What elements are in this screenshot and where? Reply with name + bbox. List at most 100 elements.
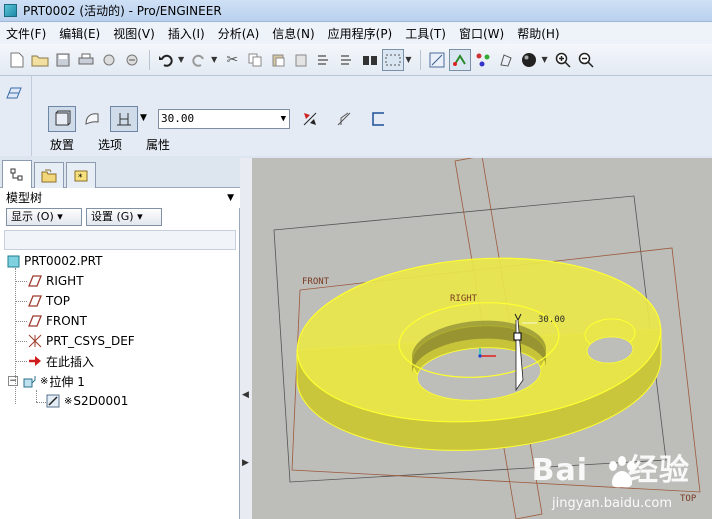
tree-item-sketch[interactable]: ※ S2D0001: [46, 392, 128, 410]
tree-item-extrude[interactable]: − ※ 拉伸 1: [8, 372, 85, 390]
tab-model-tree[interactable]: [2, 160, 32, 188]
modified-star-icon: ※: [40, 375, 49, 387]
remove-material-icon: [337, 112, 351, 126]
menu-bar: 文件(F) 编辑(E) 视图(V) 插入(I) 分析(A) 信息(N) 应用程序…: [0, 22, 712, 44]
app-icon: [4, 4, 17, 17]
sketch-icon[interactable]: [449, 48, 472, 71]
find-icon[interactable]: [359, 49, 381, 71]
menu-applications[interactable]: 应用程序(P): [328, 25, 393, 42]
tree-item-label: RIGHT: [46, 274, 84, 288]
solid-extrude-button[interactable]: [48, 106, 76, 132]
redo-dropdown-icon[interactable]: ▼: [211, 55, 217, 64]
watermark-brand-right: 经验: [628, 453, 690, 488]
select-box-icon[interactable]: [382, 48, 405, 71]
collapse-left-arrow-icon[interactable]: ◀: [242, 390, 249, 400]
zoom-out-icon[interactable]: [575, 49, 597, 71]
model-tree-icon: [10, 168, 23, 180]
tab-properties[interactable]: 属性: [146, 136, 170, 153]
tab-favorites[interactable]: *: [66, 162, 96, 188]
expand-right-arrow-icon[interactable]: ▶: [242, 458, 249, 468]
send-mail-icon[interactable]: [98, 49, 120, 71]
thicken-sketch-button[interactable]: [364, 106, 392, 132]
send-link-icon[interactable]: [121, 49, 143, 71]
part-icon: [6, 254, 20, 268]
menu-info[interactable]: 信息(N): [272, 25, 314, 42]
paste-icon[interactable]: [267, 49, 289, 71]
label-dimension: 30.00: [538, 315, 565, 325]
tree-item-insert-here[interactable]: 在此插入: [28, 352, 94, 370]
menu-tools[interactable]: 工具(T): [405, 25, 446, 42]
tab-folder-browser[interactable]: [34, 162, 64, 188]
undo-dropdown-icon[interactable]: ▼: [178, 55, 184, 64]
tree-item-label: FRONT: [46, 314, 87, 328]
new-file-icon[interactable]: [6, 49, 28, 71]
tree-item-label: S2D0001: [73, 394, 129, 408]
tree-item-csys[interactable]: PRT_CSYS_DEF: [28, 332, 135, 350]
menu-analysis[interactable]: 分析(A): [218, 25, 260, 42]
shading-icon[interactable]: [495, 49, 517, 71]
cut-icon[interactable]: ✂: [221, 49, 243, 71]
depth-option-dropdown-icon[interactable]: ▼: [140, 113, 147, 123]
tree-item-label: PRT0002.PRT: [24, 254, 103, 268]
depth-value-dropdown-icon[interactable]: ▼: [281, 110, 286, 128]
regen-manager-icon[interactable]: [336, 49, 358, 71]
tab-options[interactable]: 选项: [98, 136, 122, 153]
datum-plane-icon: [28, 314, 42, 328]
zoom-in-icon[interactable]: [552, 49, 574, 71]
thicken-icon: [372, 112, 384, 126]
model-tree-title: 模型树: [6, 191, 43, 205]
redo-icon[interactable]: [188, 49, 210, 71]
label-right: RIGHT: [450, 294, 478, 304]
settings-button[interactable]: 设置 (G) ▾: [86, 208, 162, 226]
depth-option-button[interactable]: [110, 106, 138, 132]
menu-file[interactable]: 文件(F): [6, 25, 46, 42]
model-tree-filter-row[interactable]: [4, 230, 236, 250]
tree-connector: [15, 341, 27, 342]
open-folder-icon[interactable]: [29, 49, 51, 71]
collapse-minus-icon[interactable]: −: [8, 376, 18, 386]
panel-menu-dropdown-icon[interactable]: ▼: [227, 188, 234, 208]
tree-item-front[interactable]: FRONT: [28, 312, 87, 330]
depth-value-input[interactable]: 30.00 ▼: [158, 109, 290, 129]
tree-connector: [36, 402, 46, 403]
tree-item-right[interactable]: RIGHT: [28, 272, 84, 290]
menu-help[interactable]: 帮助(H): [517, 25, 559, 42]
appearance-dropdown-icon[interactable]: ▼: [541, 55, 547, 64]
regenerate-icon[interactable]: [313, 49, 335, 71]
tree-connector: [15, 361, 27, 362]
panel-splitter[interactable]: ◀ ▶: [240, 158, 252, 519]
watermark-brand-left: Bai: [531, 453, 588, 488]
menu-insert[interactable]: 插入(I): [168, 25, 205, 42]
print-icon[interactable]: [75, 49, 97, 71]
main-toolbar: ▼ ▼ ✂ ▼ ▼: [0, 44, 712, 76]
graphics-window[interactable]: FRONT RIGHT 30.00 TOP Bai 经验 jingyan.baid…: [252, 158, 712, 519]
extruded-solid[interactable]: [292, 247, 666, 451]
tree-item-label: 在此插入: [46, 354, 95, 369]
show-button[interactable]: 显示 (O) ▾: [6, 208, 82, 226]
save-icon[interactable]: [52, 49, 74, 71]
surface-extrude-button[interactable]: [78, 106, 106, 132]
depth-value-text: 30.00: [161, 112, 195, 125]
datum-display-icon[interactable]: [426, 49, 448, 71]
window-title: PRT0002 (活动的) - Pro/ENGINEER: [23, 4, 222, 18]
paste-special-icon[interactable]: [290, 49, 312, 71]
svg-text:*: *: [78, 173, 83, 183]
copy-icon[interactable]: [244, 49, 266, 71]
remove-material-button[interactable]: [330, 106, 358, 132]
extrude-feature-icon: [22, 374, 36, 388]
flip-direction-icon: [303, 112, 317, 126]
tab-placement[interactable]: 放置: [50, 136, 74, 153]
undo-icon[interactable]: [155, 49, 177, 71]
network-icon[interactable]: [472, 49, 494, 71]
menu-view[interactable]: 视图(V): [113, 25, 155, 42]
favorites-icon: *: [74, 170, 88, 183]
datum-plane-icon[interactable]: [5, 84, 23, 102]
sphere-appearance-icon[interactable]: [518, 49, 540, 71]
tree-item-root[interactable]: PRT0002.PRT: [6, 252, 102, 270]
folder-icon: [41, 169, 57, 182]
menu-window[interactable]: 窗口(W): [459, 25, 504, 42]
menu-edit[interactable]: 编辑(E): [59, 25, 100, 42]
flip-direction-button[interactable]: [296, 106, 324, 132]
select-dropdown-icon[interactable]: ▼: [405, 55, 411, 64]
tree-item-top[interactable]: TOP: [28, 292, 70, 310]
